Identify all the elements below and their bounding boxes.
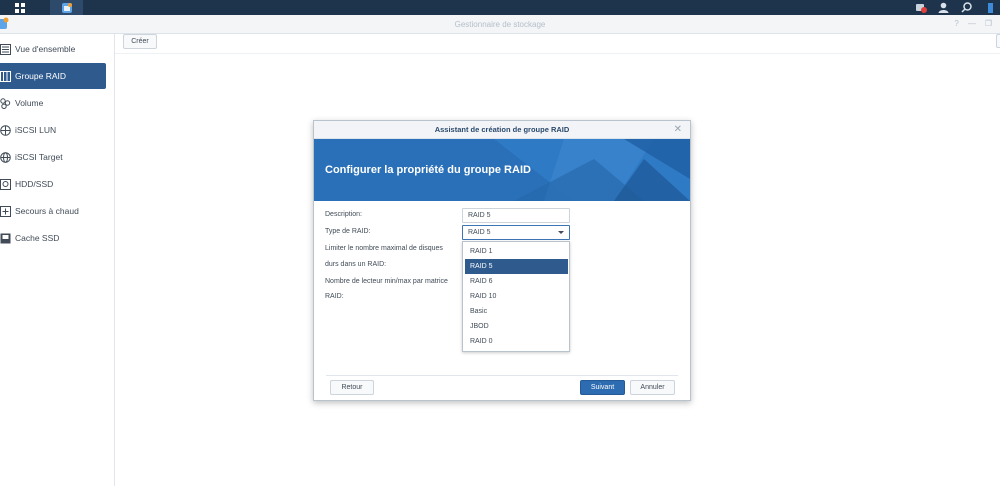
- create-button[interactable]: Créer: [123, 34, 157, 49]
- sidebar-item-label: HDD/SSD: [15, 179, 54, 189]
- volume-icon: [0, 97, 11, 109]
- window-titlebar: Gestionnaire de stockage ? — ❐: [0, 15, 1000, 34]
- hot-spare-icon: [0, 205, 11, 217]
- sidebar-item-iscsi-lun[interactable]: iSCSI LUN: [0, 117, 106, 143]
- back-button[interactable]: Retour: [330, 380, 374, 395]
- close-icon[interactable]: ✕: [674, 124, 682, 135]
- chevron-down-icon: [558, 231, 564, 234]
- storage-manager-icon: [61, 2, 72, 13]
- limit-disks-label-continued: durs dans un RAID:: [325, 261, 387, 268]
- sidebar-item-label: Secours à chaud: [15, 206, 79, 216]
- raid-icon: [0, 70, 11, 82]
- storage-manager-taskbar-button[interactable]: [50, 0, 83, 15]
- raid-type-select[interactable]: RAID 5: [462, 225, 570, 240]
- dialog-banner: Configurer la propriété du groupe RAID: [314, 139, 690, 201]
- help-icon[interactable]: ?: [954, 19, 958, 28]
- raid-option-jbod[interactable]: JBOD: [465, 319, 568, 334]
- banner-title: Configurer la propriété du groupe RAID: [325, 164, 531, 176]
- raid-creation-wizard-dialog: Assistant de création de groupe RAID ✕ C…: [313, 120, 691, 401]
- raid-option-raid5[interactable]: RAID 5: [465, 259, 568, 274]
- raid-option-raid6[interactable]: RAID 6: [465, 274, 568, 289]
- restore-icon[interactable]: ❐: [985, 19, 992, 28]
- dialog-title: Assistant de création de groupe RAID: [314, 121, 690, 139]
- sidebar-item-ssd-cache[interactable]: Cache SSD: [0, 225, 106, 251]
- overview-icon: [0, 43, 11, 55]
- sidebar-item-label: iSCSI Target: [15, 152, 63, 162]
- sidebar-item-hot-spare[interactable]: Secours à chaud: [0, 198, 106, 224]
- cancel-button[interactable]: Annuler: [630, 380, 675, 395]
- sidebar-item-hdd-ssd[interactable]: HDD/SSD: [0, 171, 106, 197]
- target-icon: [0, 151, 11, 163]
- sidebar-item-label: Groupe RAID: [15, 71, 67, 81]
- lun-icon: [0, 124, 11, 136]
- description-input[interactable]: RAID 5: [462, 208, 570, 223]
- sidebar-item-label: Volume: [15, 98, 44, 108]
- minimize-icon[interactable]: —: [968, 19, 976, 28]
- window-title: Gestionnaire de stockage: [454, 20, 546, 29]
- sidebar-item-overview[interactable]: Vue d'ensemble: [0, 36, 106, 62]
- raid-option-basic[interactable]: Basic: [465, 304, 568, 319]
- raid-option-raid0[interactable]: RAID 0: [465, 334, 568, 349]
- sidebar-item-raid-group[interactable]: Groupe RAID: [0, 63, 106, 89]
- widgets-button[interactable]: [983, 1, 996, 14]
- raid-type-label: Type de RAID:: [325, 228, 371, 235]
- notifications-button[interactable]: [914, 1, 927, 14]
- next-button[interactable]: Suivant: [580, 380, 625, 395]
- raid-type-selected-value: RAID 5: [468, 229, 491, 236]
- user-icon: [938, 2, 949, 13]
- min-max-drives-label-continued: RAID:: [325, 293, 344, 300]
- toolbar-divider: [115, 53, 1000, 54]
- search-button[interactable]: [960, 1, 973, 14]
- toolbar-right-button[interactable]: [996, 34, 1000, 48]
- raid-option-raid10[interactable]: RAID 10: [465, 289, 568, 304]
- sidebar-item-volume[interactable]: Volume: [0, 90, 106, 116]
- raid-option-raid1[interactable]: RAID 1: [465, 244, 568, 259]
- user-button[interactable]: [937, 1, 950, 14]
- raid-type-dropdown: RAID 1 RAID 5 RAID 6 RAID 10 Basic JBOD …: [462, 241, 570, 352]
- main-menu-button[interactable]: [0, 0, 40, 15]
- search-icon: [961, 2, 972, 13]
- sidebar-item-label: iSCSI LUN: [15, 125, 57, 135]
- limit-disks-label: Limiter le nombre maximal de disques: [325, 245, 443, 252]
- sidebar-item-label: Cache SSD: [15, 233, 60, 243]
- min-max-drives-label: Nombre de lecteur min/max par matrice: [325, 278, 448, 285]
- dialog-footer-divider: [326, 375, 678, 376]
- sidebar: Vue d'ensemble Groupe RAID Volume iSCSI …: [0, 34, 115, 486]
- grid-icon: [15, 2, 25, 13]
- description-label: Description:: [325, 211, 362, 218]
- widgets-icon: [987, 2, 993, 13]
- notification-icon: [915, 3, 927, 13]
- taskbar: [0, 0, 1000, 15]
- sidebar-item-iscsi-target[interactable]: iSCSI Target: [0, 144, 106, 170]
- ssd-cache-icon: [0, 233, 11, 243]
- hdd-icon: [0, 178, 11, 190]
- sidebar-item-label: Vue d'ensemble: [15, 44, 76, 54]
